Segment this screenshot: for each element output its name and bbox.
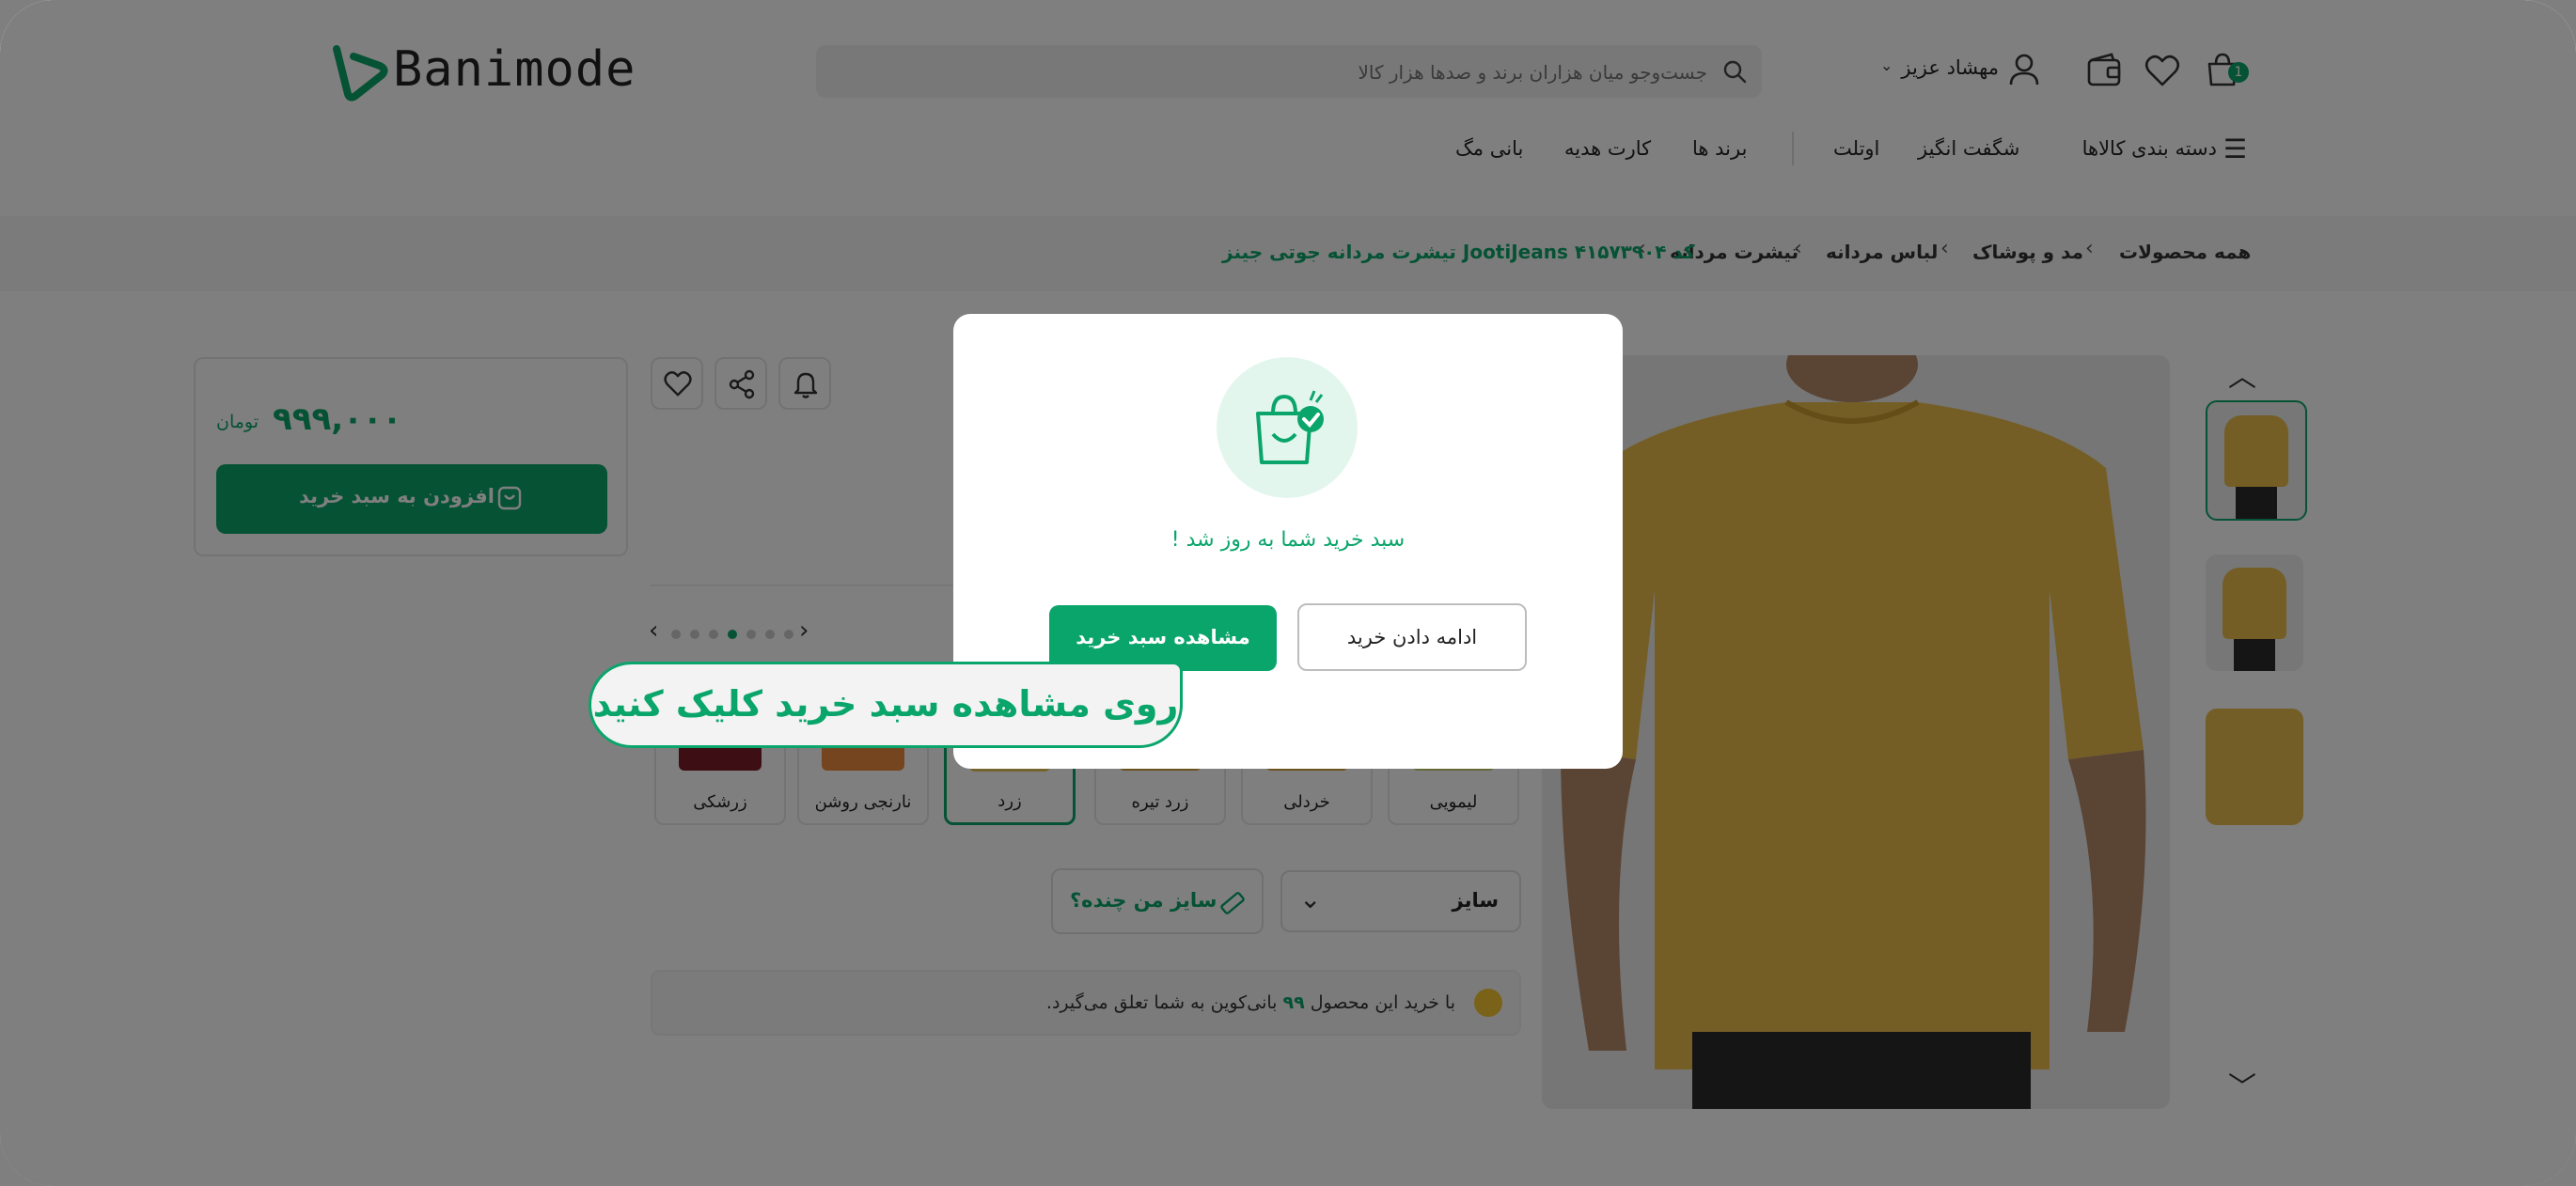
view-cart-label: مشاهده سبد خرید: [1076, 626, 1250, 648]
instruction-callout: روی مشاهده سبد خرید کلیک کنید: [589, 662, 1183, 748]
continue-shopping-label: ادامه دادن خرید: [1346, 626, 1478, 648]
page: Banimode مهشاد عزیز ⌄: [0, 0, 2576, 1186]
continue-shopping-button[interactable]: ادامه دادن خرید: [1297, 603, 1527, 671]
instruction-text: روی مشاهده سبد خرید کلیک کنید: [592, 683, 1179, 725]
modal-message: سبد خرید شما به روز شد !: [1170, 528, 1406, 552]
bag-check-badge: [1217, 357, 1358, 498]
shopping-bag-check-icon: [1256, 390, 1324, 464]
